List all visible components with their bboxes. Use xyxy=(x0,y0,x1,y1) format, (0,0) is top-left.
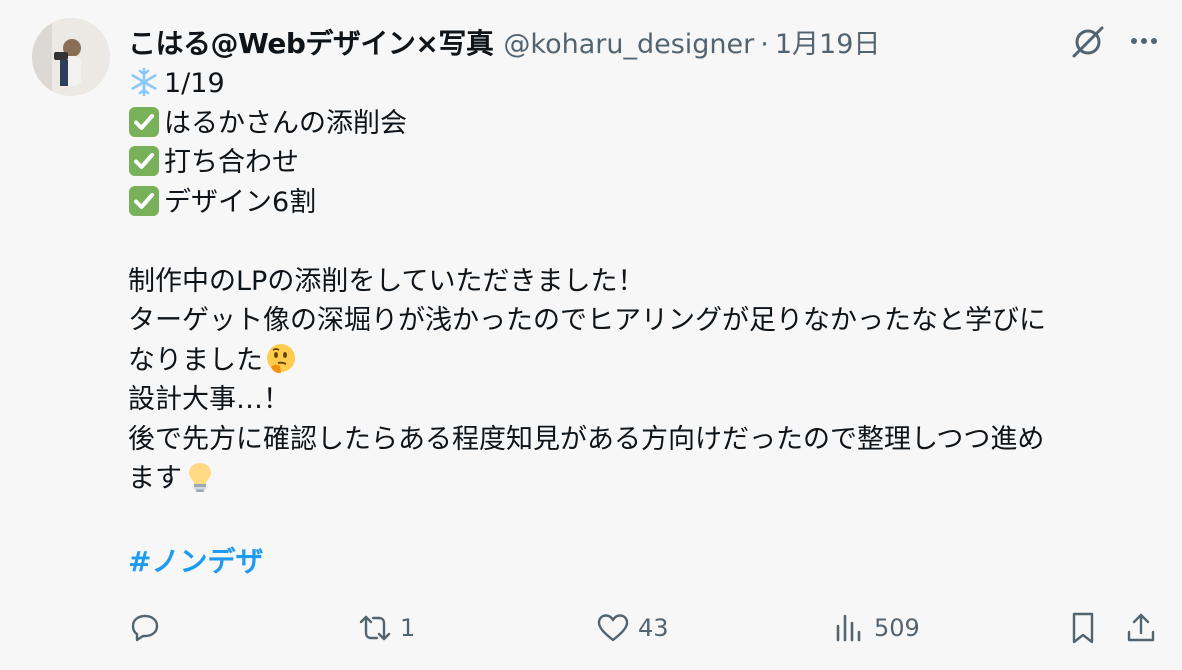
like-count: 43 xyxy=(638,614,669,642)
tweet-header: こはる@Webデザイン×写真 @koharu_designer · 1月19日 xyxy=(128,22,1042,62)
tweet-date[interactable]: 1月19日 xyxy=(775,22,881,61)
thinking-face-emoji xyxy=(267,343,295,373)
check-mark-button-emoji xyxy=(129,185,159,216)
snowflake-emoji xyxy=(131,67,157,97)
like-button[interactable]: 43 xyxy=(596,610,669,646)
bookmark-icon xyxy=(1072,612,1094,644)
retweet-button[interactable]: 1 xyxy=(358,610,415,646)
tweet-text: 1/19 はるかさんの添削会 打ち合わせ デザイン6割 制作中のLPの添削をして… xyxy=(128,64,1158,499)
checklist-item: デザイン6割 xyxy=(128,183,1158,223)
checklist-item-text: 打ち合わせ xyxy=(164,147,299,178)
paragraph-line-text: ます xyxy=(128,463,182,494)
share-button[interactable] xyxy=(1124,610,1158,646)
date-line: 1/19 xyxy=(128,64,1158,104)
share-icon xyxy=(1127,613,1155,642)
more-options-icon[interactable] xyxy=(1124,24,1164,58)
paragraph-line-text: なりました xyxy=(128,344,263,376)
paragraph-line: 制作中のLPの添削をしていただきました！ xyxy=(128,265,645,297)
heart-icon xyxy=(597,614,629,642)
retweet-icon xyxy=(359,615,391,641)
author-display-name[interactable]: こはる@Webデザイン×写真 xyxy=(128,22,494,62)
paragraph-line: 後で先方に確認したらある程度知見がある方向けだったので整理しつつ進め xyxy=(128,423,1045,455)
author-handle[interactable]: @koharu_designer xyxy=(503,29,754,60)
check-mark-button-emoji xyxy=(129,106,159,137)
hashtag-link[interactable]: #ノンデザ xyxy=(128,540,263,580)
grok-icon[interactable] xyxy=(1066,20,1110,64)
paragraph-line: ます xyxy=(128,459,1158,499)
reply-button[interactable] xyxy=(128,610,170,646)
check-mark-button-emoji xyxy=(129,146,159,176)
bookmark-button[interactable] xyxy=(1066,610,1100,646)
paragraph-line: ターゲット像の深堀りが浅かったのでヒアリングが足りなかったなと学びに xyxy=(128,305,1046,336)
checklist-item-text: はるかさんの添削会 xyxy=(164,107,407,139)
reply-icon xyxy=(131,614,159,642)
checklist-item: はるかさんの添削会 xyxy=(128,104,1158,144)
light-bulb-emoji xyxy=(189,463,211,492)
views-button[interactable]: 509 xyxy=(832,610,920,646)
views-chart-icon xyxy=(836,614,861,642)
retweet-count: 1 xyxy=(400,614,416,642)
date-line-text: 1/19 xyxy=(164,68,225,99)
paragraph-line: なりました xyxy=(128,341,1158,381)
avatar[interactable] xyxy=(32,18,110,96)
checklist-item-text: デザイン6割 xyxy=(164,186,317,218)
paragraph-line: 設計大事…！ xyxy=(128,384,290,415)
view-count: 509 xyxy=(874,614,920,642)
separator: · xyxy=(760,29,769,60)
checklist-item: 打ち合わせ xyxy=(128,143,1158,183)
